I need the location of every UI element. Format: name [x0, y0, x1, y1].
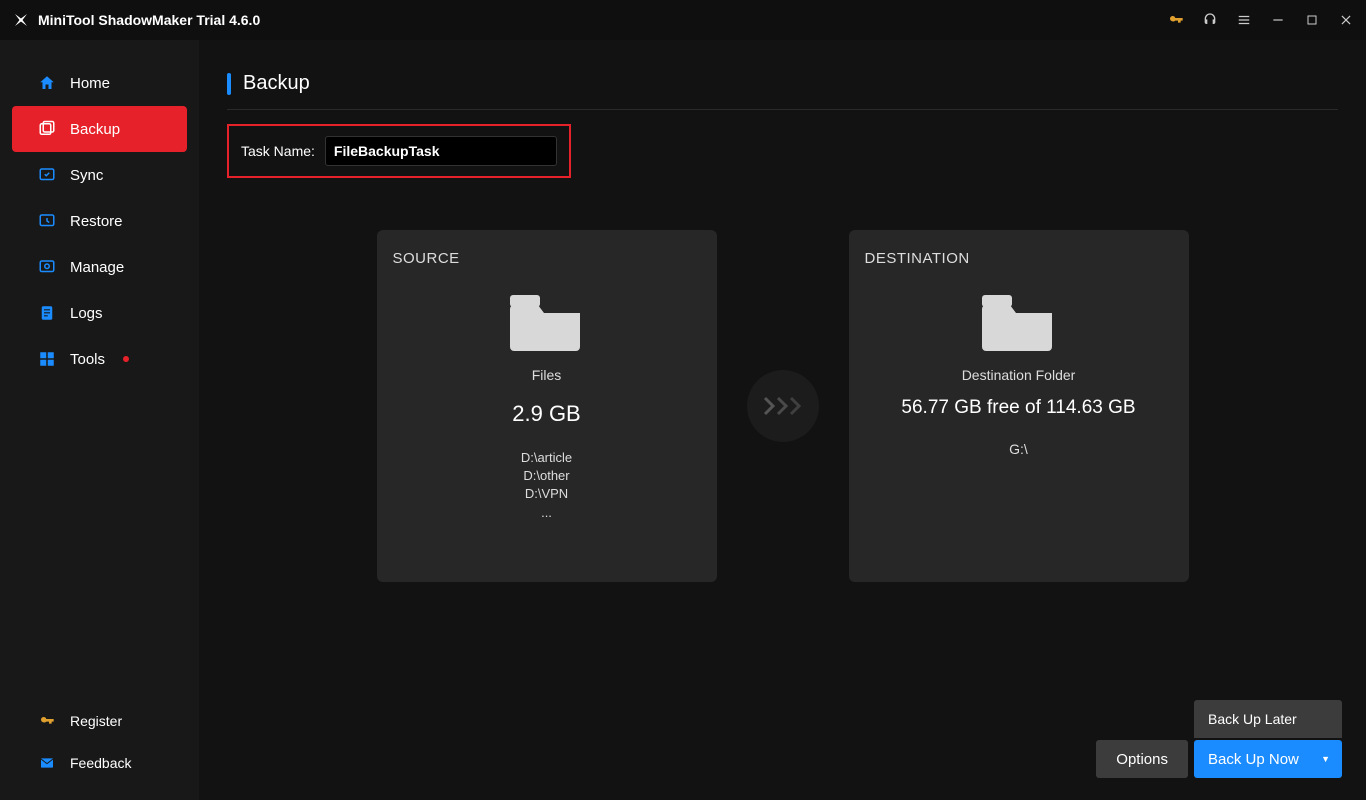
- sidebar-item-manage[interactable]: Manage: [0, 244, 199, 290]
- titlebar-right: [1168, 12, 1354, 28]
- mail-icon: [38, 754, 56, 772]
- minimize-icon[interactable]: [1270, 12, 1286, 28]
- page-header: Backup: [227, 72, 1338, 110]
- options-button[interactable]: Options: [1096, 740, 1188, 778]
- notification-dot-icon: [123, 356, 129, 362]
- transfer-arrow-icon: [747, 370, 819, 442]
- caret-down-icon: ▼: [1321, 754, 1330, 764]
- headset-icon[interactable]: [1202, 12, 1218, 28]
- source-type: Files: [393, 367, 701, 383]
- folder-icon: [510, 291, 584, 351]
- home-icon: [38, 74, 56, 92]
- sidebar-item-label: Home: [70, 75, 110, 92]
- main-panel: Backup Task Name: SOURCE Files 2.9 GB D:…: [199, 40, 1366, 800]
- menu-icon[interactable]: [1236, 12, 1252, 28]
- tools-icon: [38, 350, 56, 368]
- sidebar-item-feedback[interactable]: Feedback: [0, 742, 199, 784]
- destination-free: 56.77 GB free of 114.63 GB: [865, 397, 1173, 419]
- logs-icon: [38, 304, 56, 322]
- backup-later-button[interactable]: Back Up Later: [1194, 700, 1342, 738]
- backup-icon: [38, 120, 56, 138]
- sidebar-item-label: Feedback: [70, 755, 131, 771]
- source-path: D:\other: [393, 467, 701, 485]
- sync-icon: [38, 166, 56, 184]
- folder-icon: [982, 291, 1056, 351]
- titlebar: MiniTool ShadowMaker Trial 4.6.0: [0, 0, 1366, 40]
- destination-heading: DESTINATION: [865, 250, 1173, 267]
- backup-now-button[interactable]: Back Up Now ▼: [1194, 740, 1342, 778]
- footer-buttons: Options Back Up Later Back Up Now ▼: [1096, 700, 1342, 778]
- sidebar-item-tools[interactable]: Tools: [0, 336, 199, 382]
- destination-path: G:\: [865, 441, 1173, 457]
- destination-type: Destination Folder: [865, 367, 1173, 383]
- sidebar-item-label: Sync: [70, 167, 103, 184]
- sidebar-item-logs[interactable]: Logs: [0, 290, 199, 336]
- app-logo-icon: [12, 11, 30, 29]
- sidebar-bottom: Register Feedback: [0, 700, 199, 800]
- source-heading: SOURCE: [393, 250, 701, 267]
- backup-now-label: Back Up Now: [1208, 751, 1299, 768]
- key-icon[interactable]: [1168, 12, 1184, 28]
- destination-card[interactable]: DESTINATION Destination Folder 56.77 GB …: [849, 230, 1189, 582]
- sidebar-item-register[interactable]: Register: [0, 700, 199, 742]
- task-name-label: Task Name:: [241, 143, 315, 159]
- restore-icon: [38, 212, 56, 230]
- task-name-row: Task Name:: [227, 124, 571, 178]
- sidebar-nav: Home Backup Sync Restore: [0, 60, 199, 700]
- sidebar-item-label: Register: [70, 713, 122, 729]
- page-title: Backup: [243, 72, 310, 95]
- source-path: D:\article: [393, 449, 701, 467]
- app-title: MiniTool ShadowMaker Trial 4.6.0: [38, 12, 260, 28]
- source-path-more: ...: [393, 504, 701, 522]
- cards-row: SOURCE Files 2.9 GB D:\article D:\other …: [227, 230, 1338, 582]
- sidebar-item-label: Restore: [70, 213, 123, 230]
- sidebar-item-home[interactable]: Home: [0, 60, 199, 106]
- sidebar: Home Backup Sync Restore: [0, 40, 199, 800]
- register-key-icon: [38, 712, 56, 730]
- source-size: 2.9 GB: [393, 401, 701, 427]
- source-card[interactable]: SOURCE Files 2.9 GB D:\article D:\other …: [377, 230, 717, 582]
- backup-button-group: Back Up Later Back Up Now ▼: [1194, 700, 1342, 778]
- sidebar-item-backup[interactable]: Backup: [12, 106, 187, 152]
- maximize-icon[interactable]: [1304, 12, 1320, 28]
- source-path: D:\VPN: [393, 485, 701, 503]
- sidebar-item-sync[interactable]: Sync: [0, 152, 199, 198]
- task-name-input[interactable]: [325, 136, 557, 166]
- close-icon[interactable]: [1338, 12, 1354, 28]
- page-accent-icon: [227, 73, 231, 95]
- app-body: Home Backup Sync Restore: [0, 40, 1366, 800]
- manage-icon: [38, 258, 56, 276]
- source-paths: D:\article D:\other D:\VPN ...: [393, 449, 701, 522]
- sidebar-item-label: Logs: [70, 305, 103, 322]
- sidebar-item-label: Backup: [70, 121, 120, 138]
- sidebar-item-label: Manage: [70, 259, 124, 276]
- titlebar-left: MiniTool ShadowMaker Trial 4.6.0: [12, 11, 260, 29]
- sidebar-item-restore[interactable]: Restore: [0, 198, 199, 244]
- sidebar-item-label: Tools: [70, 351, 105, 368]
